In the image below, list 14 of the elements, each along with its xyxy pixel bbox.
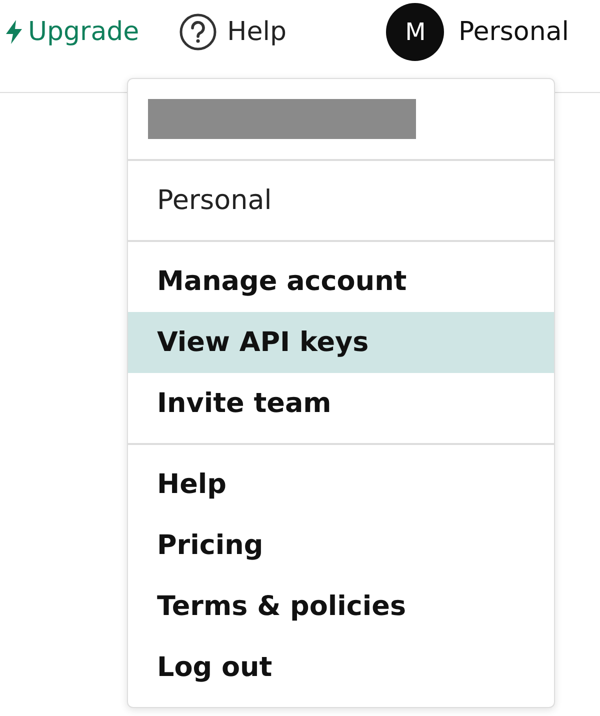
help-button[interactable]: Help: [179, 13, 286, 51]
menu-item[interactable]: Log out: [128, 637, 554, 698]
menu-item[interactable]: Terms & policies: [128, 576, 554, 637]
menu-item[interactable]: Pricing: [128, 515, 554, 576]
account-label[interactable]: Personal: [128, 170, 554, 231]
account-button[interactable]: Personal: [458, 17, 569, 47]
menu-item[interactable]: View API keys: [128, 312, 554, 373]
lightning-icon: [6, 20, 22, 44]
menu-item[interactable]: Invite team: [128, 373, 554, 434]
menu-item[interactable]: Help: [128, 454, 554, 515]
help-icon: [179, 13, 218, 51]
avatar[interactable]: M: [386, 3, 444, 61]
upgrade-button[interactable]: Upgrade: [6, 17, 140, 47]
menu-item[interactable]: Manage account: [128, 251, 554, 312]
